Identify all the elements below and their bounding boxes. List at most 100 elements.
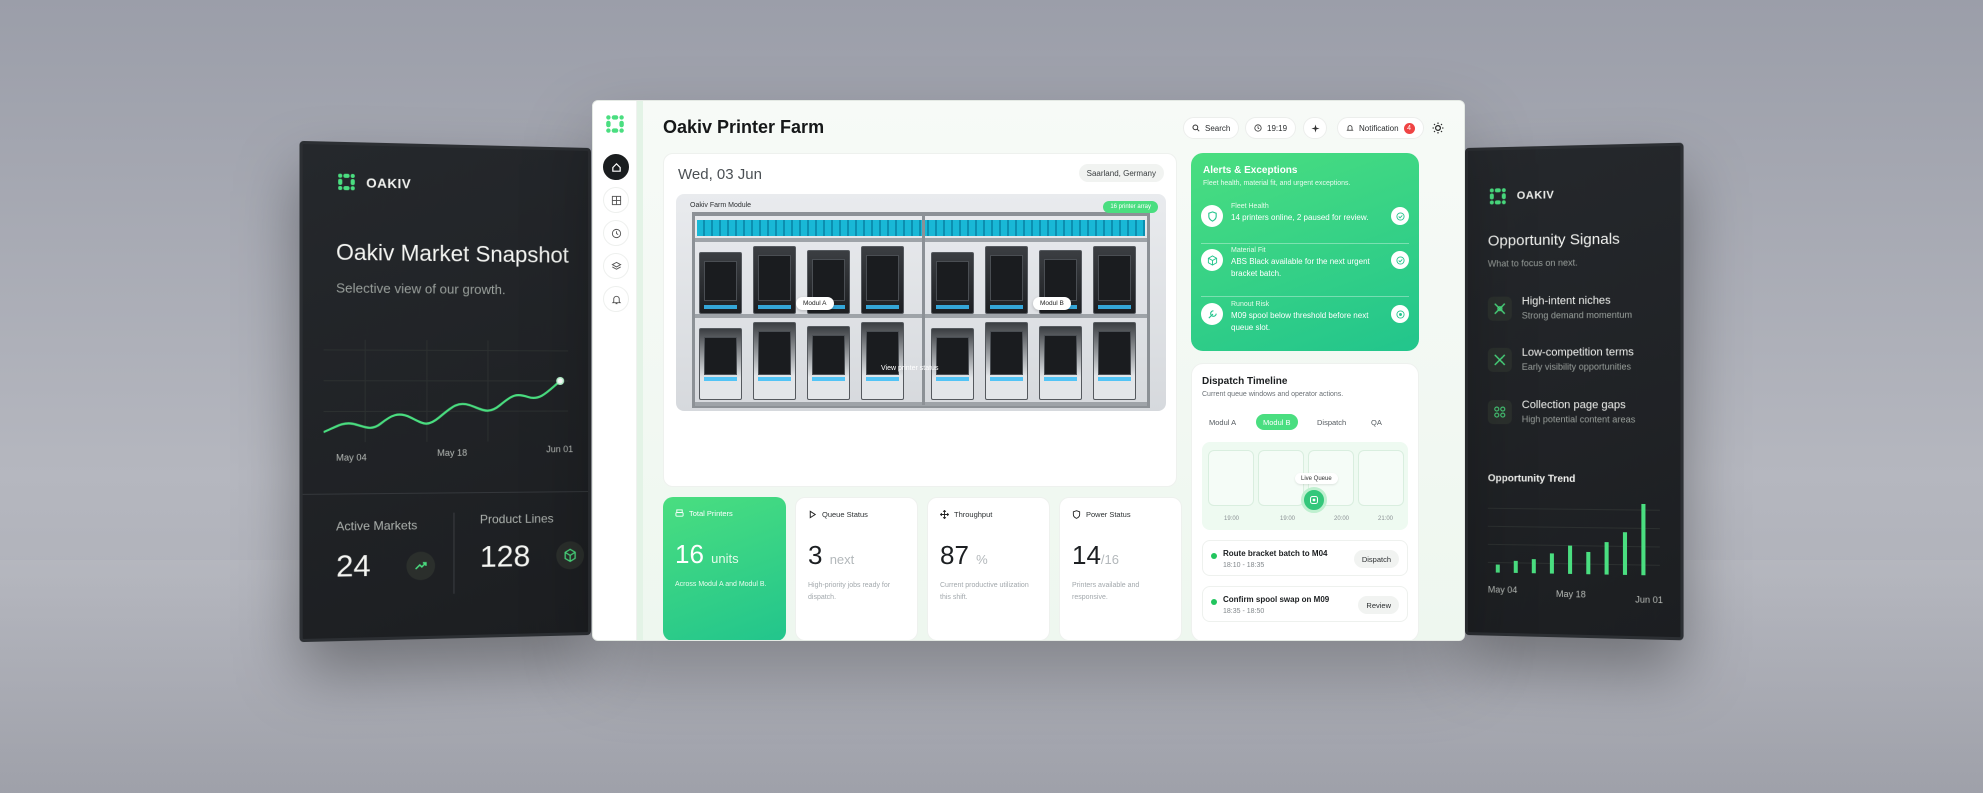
snapshot-x-label: May 04 <box>336 452 367 463</box>
printer-unit[interactable] <box>931 328 974 400</box>
clock-icon <box>1254 124 1262 132</box>
stat-unit: units <box>711 551 739 566</box>
niche-icon <box>1487 296 1512 321</box>
tab-modul-a[interactable]: Modul A <box>1202 414 1243 430</box>
stat-value: 14 <box>1072 540 1101 570</box>
opportunity-title: Opportunity Signals <box>1487 230 1620 250</box>
nav-layers[interactable] <box>603 253 629 279</box>
stat-divider <box>453 512 455 594</box>
nav-home[interactable] <box>603 154 629 180</box>
target-icon[interactable] <box>1391 305 1409 323</box>
live-queue-button[interactable] <box>1301 487 1327 513</box>
product-lines-label: Product Lines <box>479 511 554 527</box>
stat-value: 87 <box>940 540 969 570</box>
printer-unit[interactable] <box>985 246 1028 314</box>
search-button[interactable]: Search <box>1183 117 1240 139</box>
modul-a-chip[interactable]: Modul A <box>796 297 834 310</box>
printer-rack-image[interactable]: Oakiv Farm Module 16 printer array Modul… <box>676 194 1166 411</box>
alerts-subtitle: Fleet health, material fit, and urgent e… <box>1203 180 1351 187</box>
time-display[interactable]: 19:19 <box>1245 117 1297 139</box>
printer-unit[interactable] <box>985 322 1028 400</box>
throughput-card[interactable]: Throughput 87 % Current productive utili… <box>927 497 1050 640</box>
printer-unit[interactable] <box>807 326 850 400</box>
rack-frame <box>692 212 1150 408</box>
printer-unit[interactable] <box>861 246 904 314</box>
stat-label: Power Status <box>1086 510 1131 519</box>
queue-status-card[interactable]: Queue Status 3 next High-priority jobs r… <box>795 497 918 640</box>
stat-description: Across Modul A and Modul B. <box>675 581 767 588</box>
stat-description: High-priority jobs ready for dispatch. <box>808 582 891 601</box>
printer-unit[interactable] <box>861 322 904 400</box>
tab-dispatch[interactable]: Dispatch <box>1310 414 1353 430</box>
printer-unit[interactable] <box>699 252 742 314</box>
spool-row <box>697 220 1145 236</box>
dispatch-button[interactable]: Dispatch <box>1353 550 1399 568</box>
dispatch-subtitle: Current queue windows and operator actio… <box>1202 391 1344 398</box>
status-dot <box>1211 553 1217 559</box>
shield-icon <box>1072 510 1081 519</box>
product-lines-value: 128 <box>479 539 531 575</box>
nav-alerts[interactable] <box>603 286 629 312</box>
alert-kind: Fleet Health <box>1231 203 1269 210</box>
stat-value: 16 <box>675 539 704 569</box>
notification-button[interactable]: Notification 4 <box>1337 117 1424 139</box>
signal-subtitle: Strong demand momentum <box>1521 309 1633 321</box>
printer-unit[interactable] <box>1093 246 1136 314</box>
printer-unit[interactable] <box>1039 326 1082 400</box>
queue-slot[interactable] <box>1208 450 1254 506</box>
tab-qa[interactable]: QA <box>1364 414 1389 430</box>
nav-history[interactable] <box>603 220 629 246</box>
theme-toggle[interactable] <box>1431 121 1445 135</box>
stat-unit: % <box>976 552 988 567</box>
signal-subtitle: High potential content areas <box>1521 414 1636 425</box>
queue-slot[interactable] <box>1358 450 1404 506</box>
ai-button[interactable] <box>1303 117 1327 139</box>
time-label: 19:00 <box>1280 516 1296 522</box>
signal-item[interactable]: Low-competition terms Early visibility op… <box>1487 346 1634 372</box>
rack-shelf <box>695 314 1147 318</box>
shield-icon <box>1201 205 1223 227</box>
notification-label: Notification <box>1359 123 1399 133</box>
alert-item[interactable]: Material Fit ABS Black available for the … <box>1201 247 1409 280</box>
printer-unit[interactable] <box>753 322 796 400</box>
signal-item[interactable]: Collection page gaps High potential conte… <box>1487 399 1636 425</box>
alert-item[interactable]: Runout Risk M09 spool below threshold bef… <box>1201 301 1409 334</box>
bell-icon <box>611 295 621 304</box>
box-icon <box>556 541 585 570</box>
nav-grid[interactable] <box>603 187 629 213</box>
rack-divider <box>922 216 925 405</box>
modul-b-chip[interactable]: Modul B <box>1033 297 1071 310</box>
total-printers-card[interactable]: Total Printers 16 units Across Modul A a… <box>663 497 786 640</box>
target-icon <box>1310 496 1318 504</box>
alert-item[interactable]: Fleet Health 14 printers online, 2 paused… <box>1201 203 1409 227</box>
power-status-card[interactable]: Power Status 14/16 Printers available an… <box>1059 497 1182 640</box>
active-markets-value: 24 <box>336 549 371 584</box>
time-value: 19:19 <box>1267 123 1288 133</box>
job-title: Route bracket batch to M04 <box>1223 549 1328 558</box>
job-title: Confirm spool swap on M09 <box>1223 595 1330 604</box>
module-label: Oakiv Farm Module <box>690 202 752 209</box>
alert-divider <box>1201 243 1409 244</box>
time-label: 20:00 <box>1334 516 1350 522</box>
oakiv-logo-icon <box>336 172 357 193</box>
active-markets-label: Active Markets <box>336 518 418 534</box>
terms-icon <box>1487 347 1512 372</box>
signal-title: Low-competition terms <box>1521 346 1634 359</box>
search-label: Search <box>1205 123 1231 133</box>
printer-unit[interactable] <box>931 252 974 314</box>
live-queue-tag: Live Queue <box>1295 473 1338 484</box>
layers-icon <box>610 261 622 270</box>
printer-unit[interactable] <box>1093 322 1136 400</box>
location-chip[interactable]: Saarland, Germany <box>1078 164 1164 182</box>
tab-modul-b[interactable]: Modul B <box>1256 414 1298 430</box>
printer-unit[interactable] <box>753 246 796 314</box>
clock-icon <box>611 228 621 238</box>
signal-item[interactable]: High-intent niches Strong demand momentum <box>1487 294 1633 321</box>
check-icon[interactable] <box>1391 207 1409 225</box>
review-button[interactable]: Review <box>1358 596 1399 614</box>
view-status-link[interactable]: View printer status <box>881 365 938 372</box>
check-icon[interactable] <box>1391 251 1409 269</box>
printer-unit[interactable] <box>699 328 742 400</box>
sparkle-icon <box>1310 123 1320 133</box>
snapshot-subtitle: Selective view of our growth. <box>336 280 506 298</box>
